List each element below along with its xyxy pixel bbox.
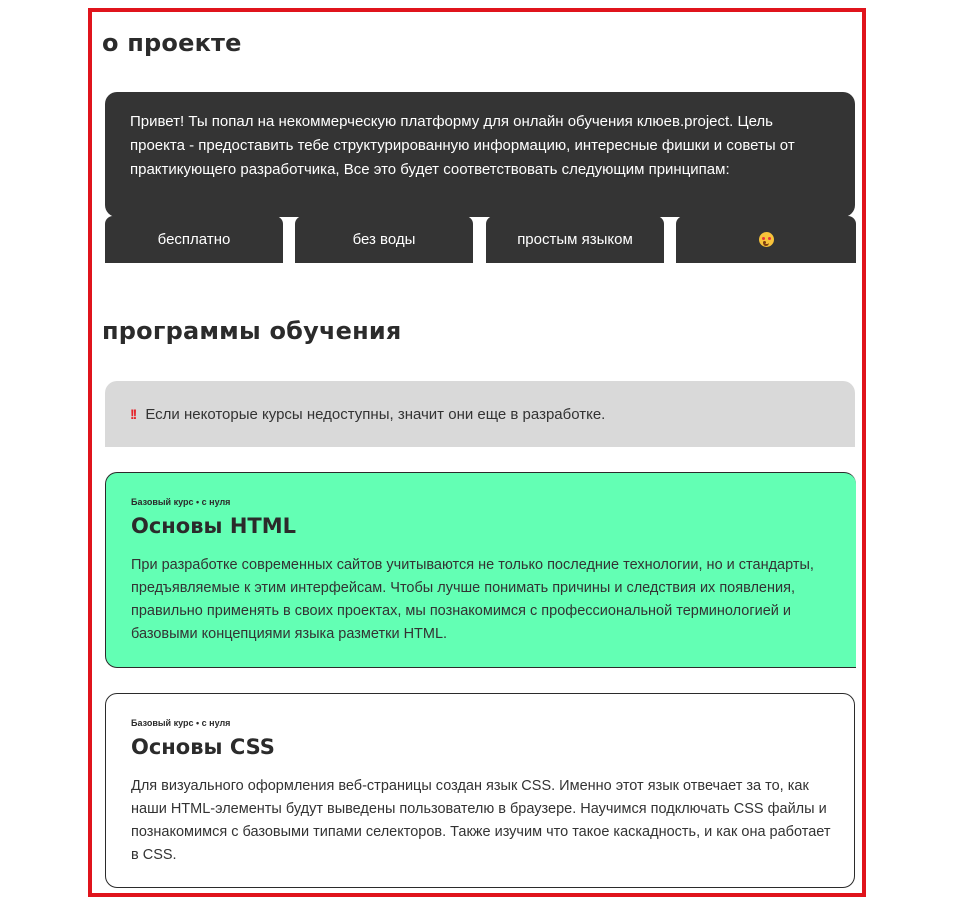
principle-free: бесплатно: [105, 216, 283, 263]
programs-section-title: программы обучения: [102, 317, 402, 345]
about-intro-card: Привет! Ты попал на некоммерческую платф…: [105, 92, 855, 217]
course-card-html[interactable]: Базовый курс • с нуля Основы HTML При ра…: [105, 472, 856, 668]
notice-text: Если некоторые курсы недоступны, значит …: [145, 405, 606, 423]
course-description: При разработке современных сайтов учитыв…: [131, 557, 814, 642]
principles-row: бесплатно без воды простым языком: [105, 216, 856, 263]
about-intro-text: Привет! Ты попал на некоммерческую платф…: [130, 113, 795, 178]
about-section-title: о проекте: [102, 29, 242, 57]
course-description: Для визуального оформления веб-страницы …: [131, 778, 831, 863]
principle-label: простым языком: [517, 231, 633, 248]
principle-simple-language: простым языком: [486, 216, 664, 263]
double-exclamation-icon: !!: [130, 406, 137, 422]
principle-label: без воды: [352, 231, 416, 248]
smiling-face-with-hearts-icon: [758, 232, 774, 247]
principle-emoji: [676, 216, 856, 263]
course-tag: Базовый курс • с нуля: [131, 497, 231, 507]
course-title[interactable]: Основы HTML: [131, 514, 296, 538]
courses-notice: !! Если некоторые курсы недоступны, знач…: [105, 381, 855, 447]
principle-label: бесплатно: [157, 231, 231, 248]
course-title[interactable]: Основы CSS: [131, 735, 275, 759]
course-tag: Базовый курс • с нуля: [131, 718, 231, 728]
page-frame: о проекте Привет! Ты попал на некоммерче…: [88, 8, 866, 897]
course-card-css[interactable]: Базовый курс • с нуля Основы CSS Для виз…: [105, 693, 855, 888]
principle-no-fluff: без воды: [295, 216, 473, 263]
